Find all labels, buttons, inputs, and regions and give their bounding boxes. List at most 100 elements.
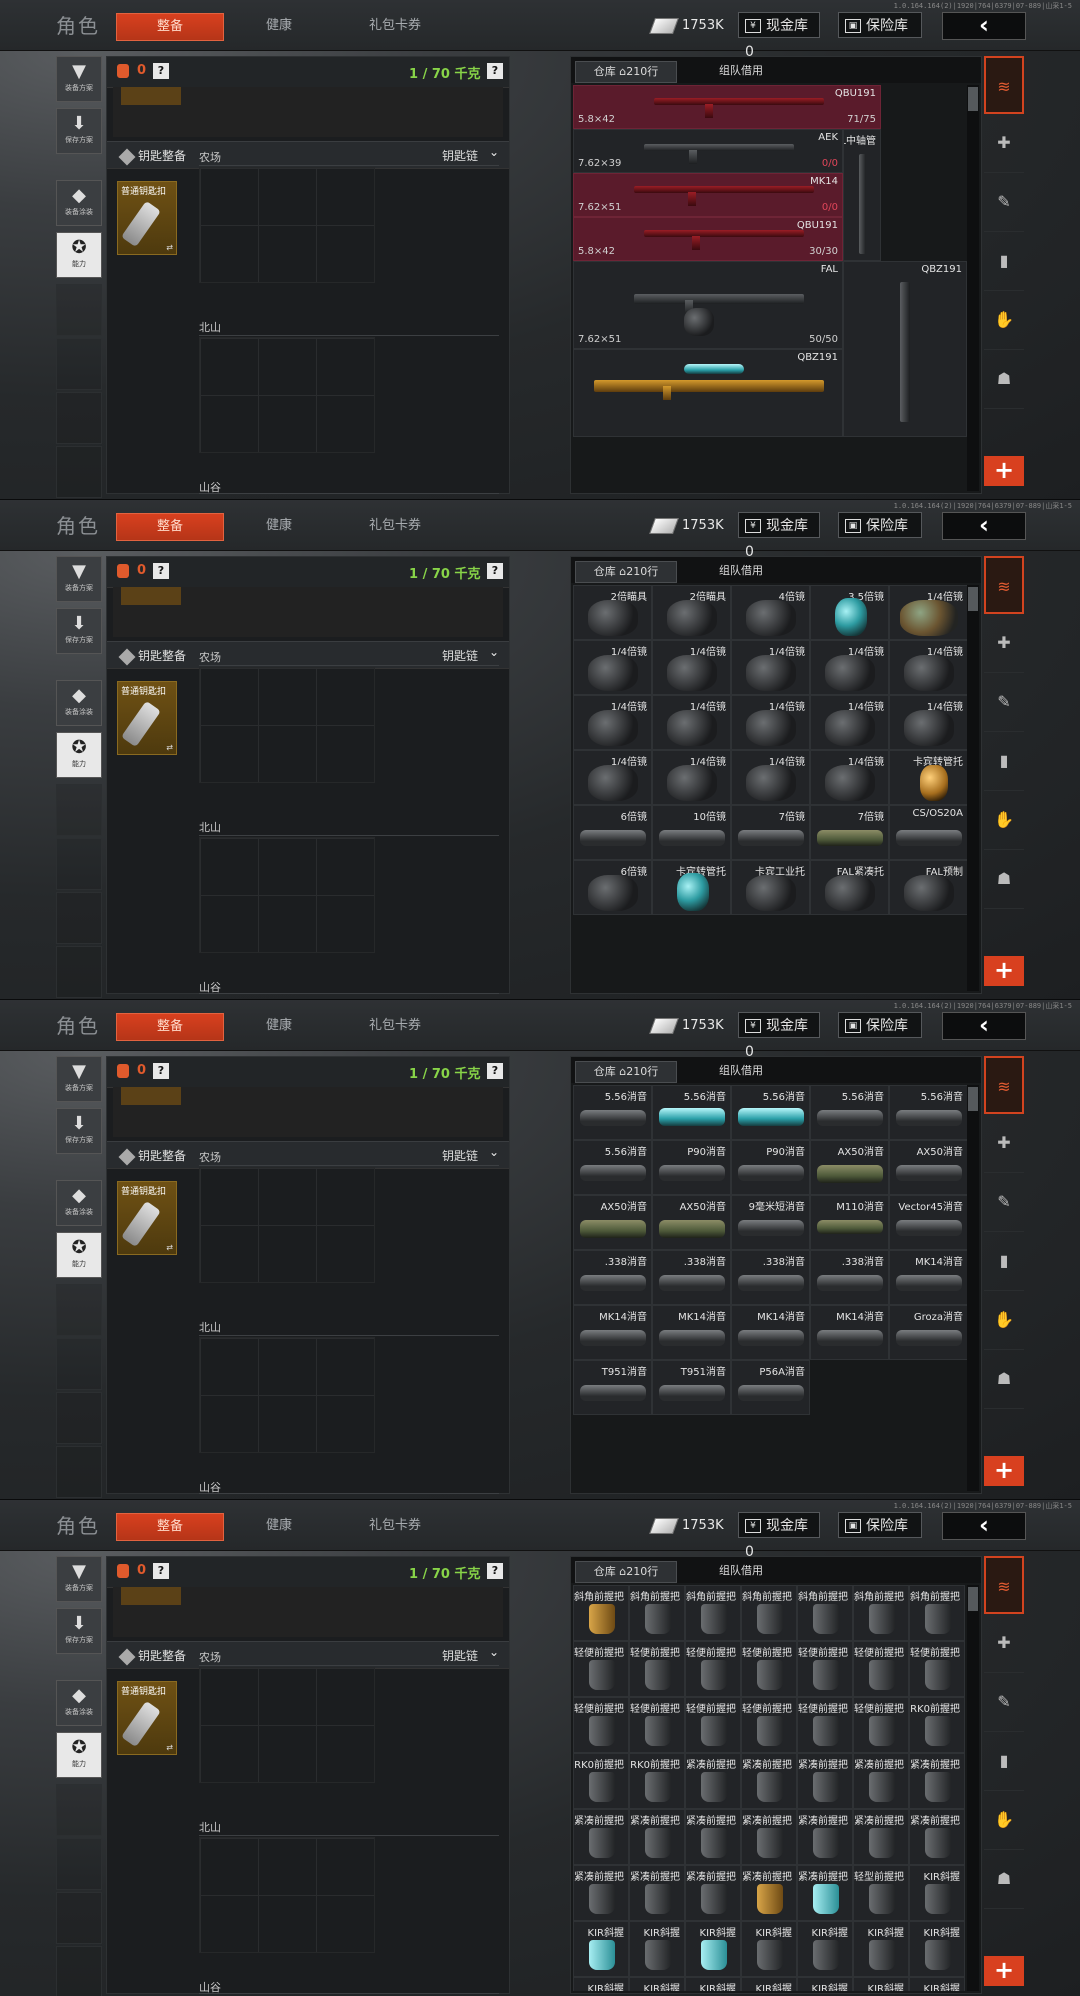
help-icon[interactable]: ? [153, 1063, 169, 1079]
item-cell[interactable]: MK14消音 [810, 1305, 889, 1360]
add-button[interactable]: + [984, 1456, 1024, 1486]
category-misc[interactable]: ☗ [984, 1350, 1024, 1409]
item-cell[interactable]: KIR斜握 [853, 1977, 909, 1991]
item-cell[interactable]: 3.5倍镜 [810, 585, 889, 640]
item-cell[interactable]: 1/4倍镜 [652, 640, 731, 695]
category-armor[interactable]: ✚ [984, 614, 1024, 673]
keychain-card[interactable]: 普通钥匙扣 ⇄ [117, 181, 177, 255]
empty-slot[interactable] [56, 1392, 102, 1444]
loadout-button[interactable]: ▼ 装备方案 [56, 1556, 102, 1602]
item-cell[interactable]: 7倍镜 [731, 805, 810, 860]
item-cell[interactable]: KIR斜握 [629, 1977, 685, 1991]
item-cell[interactable]: KIR斜握 [629, 1921, 685, 1977]
loadout-button[interactable]: ▼ 装备方案 [56, 1056, 102, 1102]
cash-vault-button[interactable]: ¥ 现金库 0 [738, 512, 820, 560]
item-cell[interactable]: 轻便前握把 [797, 1697, 853, 1753]
cash-vault-button[interactable]: ¥ 现金库 0 [738, 1012, 820, 1060]
item-cell[interactable]: KIR斜握 [573, 1921, 629, 1977]
item-cell[interactable]: 紧凑前握把 [573, 1865, 629, 1921]
item-cell[interactable]: 2倍瞄具 [573, 585, 652, 640]
category-misc[interactable]: ☗ [984, 850, 1024, 909]
skin-button[interactable]: ◆ 装备涂装 [56, 680, 102, 726]
swap-icon[interactable]: ⇄ [166, 1243, 173, 1252]
scrollbar-thumb[interactable] [968, 1587, 978, 1611]
help-icon[interactable]: ? [153, 1563, 169, 1579]
category-attachment[interactable]: ✋ [984, 291, 1024, 350]
item-cell[interactable]: 紧凑前握把 [853, 1809, 909, 1865]
empty-slot[interactable] [56, 1946, 102, 1996]
category-all[interactable]: ≋ [984, 556, 1024, 614]
key-grid[interactable] [199, 1337, 375, 1453]
item-cell[interactable]: MK14消音 [573, 1305, 652, 1360]
item-cell[interactable]: AEK 7.62×39 0/0 [573, 129, 843, 173]
empty-slot[interactable] [56, 892, 102, 944]
item-cell[interactable]: 轻便前握把 [797, 1641, 853, 1697]
item-cell[interactable]: 紧凑前握把 [909, 1753, 965, 1809]
item-cell[interactable]: CS/OS20A [889, 805, 967, 860]
item-cell[interactable]: 1/4倍镜 [889, 640, 967, 695]
item-cell[interactable]: 紧凑前握把 [797, 1865, 853, 1921]
item-cell[interactable]: FAL 7.62×51 50/50 [573, 261, 843, 349]
item-cell[interactable]: 轻便前握把 [741, 1641, 797, 1697]
item-cell[interactable]: QBZ191 [573, 349, 843, 437]
tab-gift-cards[interactable]: 礼包卡券 [350, 513, 440, 539]
item-cell[interactable]: 轻便前握把 [685, 1697, 741, 1753]
item-cell[interactable]: 4倍镜 [731, 585, 810, 640]
empty-slot[interactable] [56, 1784, 102, 1836]
chevron-down-icon[interactable]: ⌄ [489, 645, 499, 659]
item-cell[interactable]: .338消音 [573, 1250, 652, 1305]
item-cell[interactable]: 轻便前握把 [853, 1697, 909, 1753]
save-loadout-button[interactable]: ⬇ 保存方案 [56, 1608, 102, 1654]
scrollbar-thumb[interactable] [968, 587, 978, 611]
item-cell[interactable]: KIR斜握 [573, 1977, 629, 1991]
item-cell[interactable]: 卡宾工业托 [731, 860, 810, 915]
weight-help-icon[interactable]: ? [487, 63, 503, 79]
item-cell[interactable]: 5.56消音 [573, 1140, 652, 1195]
item-cell[interactable]: 1/4倍镜 [573, 695, 652, 750]
ability-button[interactable]: ✪ 能力 [56, 1732, 102, 1778]
item-cell[interactable]: .338消音 [652, 1250, 731, 1305]
tab-health[interactable]: 健康 [244, 513, 314, 539]
item-cell[interactable]: MK14消音 [889, 1250, 967, 1305]
ability-button[interactable]: ✪ 能力 [56, 232, 102, 278]
item-cell[interactable]: T951消音 [652, 1360, 731, 1415]
save-loadout-button[interactable]: ⬇ 保存方案 [56, 608, 102, 654]
category-misc[interactable]: ☗ [984, 1850, 1024, 1909]
item-cell[interactable]: RK0前握把 [909, 1697, 965, 1753]
item-cell[interactable]: 轻便前握把 [685, 1641, 741, 1697]
empty-slot[interactable] [56, 284, 102, 336]
tab-team-borrow[interactable]: 组队借用 [701, 1561, 781, 1581]
chevron-down-icon[interactable]: ⌄ [489, 1645, 499, 1659]
item-cell[interactable]: 1/4倍镜 [731, 640, 810, 695]
skin-button[interactable]: ◆ 装备涂装 [56, 1180, 102, 1226]
key-grid[interactable] [199, 837, 375, 953]
empty-slot[interactable] [56, 946, 102, 998]
item-cell[interactable]: .338消音 [731, 1250, 810, 1305]
swap-icon[interactable]: ⇄ [166, 1743, 173, 1752]
empty-slot[interactable] [56, 338, 102, 390]
item-cell[interactable]: AX50消音 [573, 1195, 652, 1250]
item-cell[interactable]: 5.56消音 [573, 1085, 652, 1140]
item-cell[interactable]: 紧凑前握把 [685, 1865, 741, 1921]
help-icon[interactable]: ? [153, 563, 169, 579]
item-cell[interactable]: 紧凑前握把 [741, 1809, 797, 1865]
item-cell[interactable]: 斜角前握把 [685, 1585, 741, 1641]
scrollbar[interactable] [967, 1585, 979, 1991]
category-attachment[interactable]: ✋ [984, 791, 1024, 850]
key-grid[interactable] [199, 667, 375, 783]
category-all[interactable]: ≋ [984, 1556, 1024, 1614]
item-cell[interactable]: 斜角前握把 [909, 1585, 965, 1641]
item-cell[interactable]: 1/4倍镜 [810, 695, 889, 750]
chevron-down-icon[interactable]: ⌄ [489, 145, 499, 159]
item-cell[interactable]: KIR斜握 [741, 1921, 797, 1977]
item-cell[interactable]: 卡宾转管托 [889, 750, 967, 805]
save-loadout-button[interactable]: ⬇ 保存方案 [56, 108, 102, 154]
item-cell[interactable]: 卡宾转管托 [652, 860, 731, 915]
tab-equip[interactable]: 整备 [116, 13, 224, 41]
tab-gift-cards[interactable]: 礼包卡券 [350, 1013, 440, 1039]
keychain-card[interactable]: 普通钥匙扣 ⇄ [117, 1181, 177, 1255]
item-cell[interactable]: 10倍镜 [652, 805, 731, 860]
item-cell[interactable]: RK0前握把 [629, 1753, 685, 1809]
swap-icon[interactable]: ⇄ [166, 743, 173, 752]
back-button[interactable]: ‹ [942, 12, 1026, 40]
